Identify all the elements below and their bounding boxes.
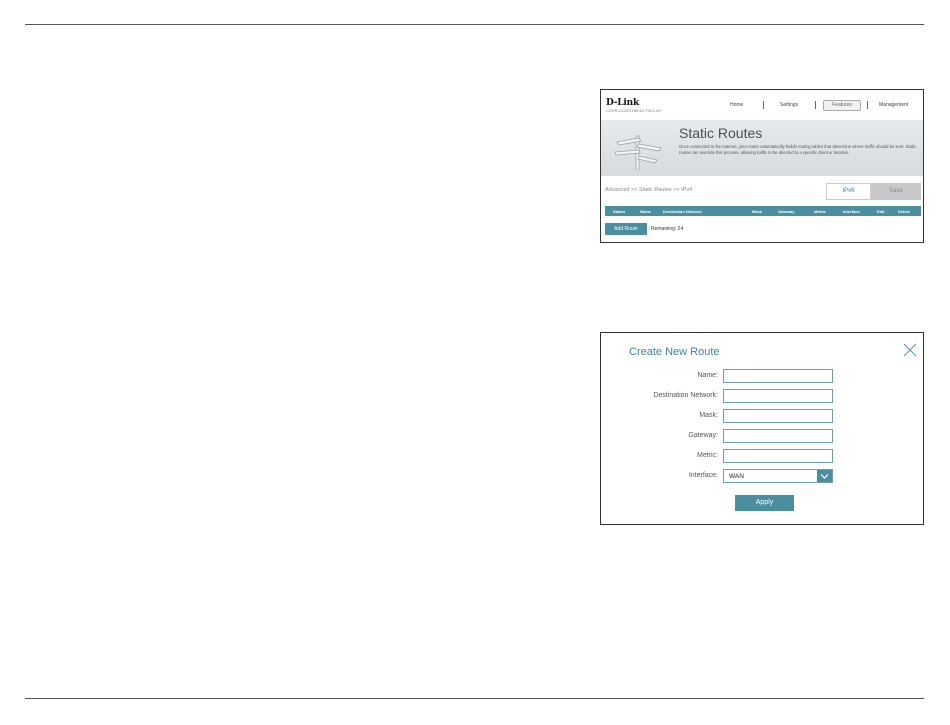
metric-input[interactable] — [723, 449, 833, 463]
destination-network-input[interactable] — [723, 389, 833, 403]
interface-value: WAN — [729, 473, 744, 480]
create-route-dialog: Create New Route Name: Destination Netwo… — [600, 332, 924, 525]
remaining-count: Remaining: 24 — [651, 226, 684, 232]
nav-features[interactable]: Features — [823, 100, 861, 111]
mask-label: Mask: — [699, 412, 718, 419]
ipv6-button[interactable]: IPv6 — [826, 183, 871, 200]
interface-select[interactable]: WAN — [723, 469, 833, 483]
page-banner: Static Routes Once connected to the Inte… — [601, 120, 923, 176]
nav-separator — [815, 101, 816, 109]
static-routes-screenshot: D-Link COVR-C1203 HW:A1 FW:1.00 Home Set… — [600, 89, 924, 243]
col-interface: Interface — [843, 209, 860, 214]
brand-logo: D-Link — [606, 98, 640, 108]
col-gateway: Gateway — [778, 209, 795, 214]
close-icon[interactable] — [903, 343, 917, 357]
save-button[interactable]: Save — [871, 183, 921, 200]
col-status: Status — [613, 209, 626, 214]
col-metric: Metric — [814, 209, 826, 214]
interface-label: Interface: — [688, 472, 718, 479]
router-header: D-Link COVR-C1203 HW:A1 FW:1.00 Home Set… — [601, 90, 923, 120]
col-delete: Delete — [898, 209, 911, 214]
nav-separator — [763, 101, 764, 109]
dialog-title: Create New Route — [629, 346, 720, 358]
col-destination-network: Destination Network — [663, 209, 702, 214]
nav-settings[interactable]: Settings — [780, 102, 798, 108]
breadcrumb: Advanced >> Static Routes >> IPv4 — [605, 187, 693, 193]
col-name: Name — [640, 209, 651, 214]
top-divider — [25, 24, 924, 25]
mask-input[interactable] — [723, 409, 833, 423]
apply-button[interactable]: Apply — [735, 495, 794, 511]
name-input[interactable] — [723, 369, 833, 383]
manual-page: D-Link COVR-C1203 HW:A1 FW:1.00 Home Set… — [0, 0, 950, 725]
gateway-input[interactable] — [723, 429, 833, 443]
bottom-divider — [25, 698, 924, 699]
metric-label: Metric: — [697, 452, 718, 459]
nav-management[interactable]: Management — [879, 102, 908, 108]
chevron-down-icon[interactable] — [817, 470, 832, 482]
page-description: Once connected to the Internet, your rou… — [679, 144, 917, 155]
destination-network-label: Destination Network: — [653, 392, 718, 399]
nav-home[interactable]: Home — [730, 102, 743, 108]
col-mask: Mask — [752, 209, 763, 214]
col-edit: Edit — [877, 209, 885, 214]
add-route-button[interactable]: Add Route — [605, 223, 647, 235]
page-title: Static Routes — [679, 125, 763, 141]
model-info: COVR-C1203 HW:A1 FW:1.00 — [606, 108, 661, 113]
gateway-label: Gateway: — [688, 432, 718, 439]
name-label: Name: — [697, 372, 718, 379]
signpost-icon — [614, 135, 662, 170]
nav-separator — [867, 101, 868, 109]
routes-table-header: Status Name Destination Network Mask Gat… — [605, 206, 921, 216]
